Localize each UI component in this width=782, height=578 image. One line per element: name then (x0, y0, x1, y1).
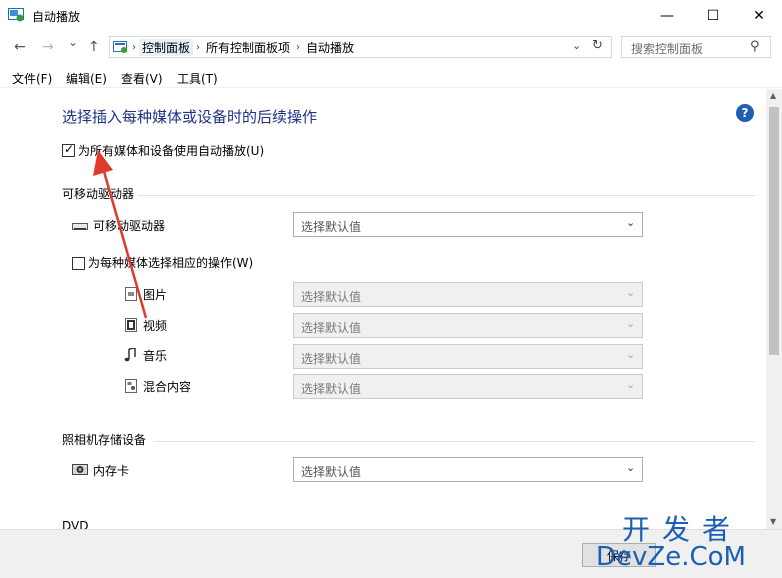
memory-card-select[interactable]: 选择默认值 ⌄ (293, 457, 643, 482)
watermark-text-bottom: DevZe.CoM (596, 542, 746, 572)
autoplay-all-checkbox[interactable]: ✓ (62, 142, 75, 157)
breadcrumb-all-items[interactable]: 所有控制面板项 (203, 39, 293, 56)
memory-card-label: 内存卡 (93, 464, 130, 478)
minimize-button[interactable]: — (644, 0, 690, 31)
up-button[interactable]: ↑ (88, 39, 100, 55)
content-area: 选择插入每种媒体或设备时的后续操作 ? ✓ 为所有媒体和设备使用自动播放(U) … (0, 89, 766, 529)
forward-button[interactable]: → (42, 39, 54, 55)
autoplay-window-icon (8, 8, 24, 22)
window-title: 自动播放 (32, 10, 81, 24)
select-value: 选择默认值 (301, 220, 362, 234)
scroll-thumb[interactable] (769, 107, 779, 355)
search-icon[interactable]: ⚲ (750, 39, 760, 54)
menu-tools[interactable]: 工具(T) (177, 70, 218, 87)
control-panel-icon (113, 41, 127, 53)
removable-drive-select[interactable]: 选择默认值 ⌄ (293, 212, 643, 237)
select-value: 选择默认值 (301, 465, 362, 479)
breadcrumb-separator: › (132, 41, 136, 53)
media-label-mixed: 混合内容 (143, 380, 192, 394)
vertical-scrollbar[interactable]: ▲ ▼ (766, 89, 782, 529)
breadcrumb-separator[interactable]: › (293, 42, 303, 53)
media-label-picture: 图片 (143, 288, 168, 302)
section-divider (154, 441, 755, 442)
search-input[interactable]: 搜索控制面板 ⚲ (621, 36, 771, 58)
scroll-up-icon[interactable]: ▲ (770, 91, 776, 100)
per-media-label[interactable]: 为每种媒体选择相应的操作(W) (88, 254, 253, 271)
breadcrumb-separator[interactable]: › (193, 42, 203, 53)
chevron-down-icon: ⌄ (626, 317, 636, 330)
breadcrumb-autoplay[interactable]: 自动播放 (303, 39, 357, 56)
help-icon[interactable]: ? (736, 104, 754, 122)
mixed-content-select[interactable]: 选择默认值 ⌄ (293, 374, 643, 399)
section-removable-drives: 可移动驱动器 (62, 187, 135, 201)
watermark-logo: 开发者 DevZe.CoM (596, 508, 780, 576)
menu-file[interactable]: 文件(F) (12, 70, 52, 87)
select-value: 选择默认值 (301, 290, 362, 304)
menu-edit[interactable]: 编辑(E) (66, 70, 107, 87)
chevron-down-icon: ⌄ (626, 286, 636, 299)
back-button[interactable]: ← (14, 39, 26, 55)
music-select[interactable]: 选择默认值 ⌄ (293, 344, 643, 369)
media-label-video: 视频 (143, 319, 168, 333)
mixed-content-icon (125, 379, 137, 393)
picture-file-icon (125, 287, 137, 301)
chevron-down-icon: ⌄ (626, 378, 636, 391)
per-media-checkbox[interactable] (72, 257, 85, 270)
section-divider (138, 195, 755, 196)
removable-drive-label: 可移动驱动器 (93, 219, 166, 233)
section-dvd: DVD (62, 519, 89, 529)
memory-card-icon (72, 464, 88, 475)
chevron-down-icon: ⌄ (626, 348, 636, 361)
title-bar: 自动播放 — ☐ ✕ (0, 0, 782, 31)
video-select[interactable]: 选择默认值 ⌄ (293, 313, 643, 338)
select-value: 选择默认值 (301, 321, 362, 335)
address-bar[interactable]: › 控制面板 › 所有控制面板项 › 自动播放 ⌄ ↻ (109, 36, 612, 58)
picture-select[interactable]: 选择默认值 ⌄ (293, 282, 643, 307)
menu-bar: 文件(F) 编辑(E) 查看(V) 工具(T) (0, 66, 782, 88)
section-camera-storage: 照相机存储设备 (62, 433, 147, 447)
search-placeholder: 搜索控制面板 (631, 42, 704, 56)
video-file-icon (125, 318, 137, 332)
chevron-down-icon: ⌄ (626, 216, 636, 229)
recent-locations-button[interactable]: ⌄ (68, 35, 78, 49)
page-title: 选择插入每种媒体或设备时的后续操作 (62, 108, 318, 126)
check-icon: ✓ (64, 142, 75, 156)
select-value: 选择默认值 (301, 382, 362, 396)
refresh-button[interactable]: ↻ (592, 38, 603, 53)
media-label-music: 音乐 (143, 349, 168, 363)
select-value: 选择默认值 (301, 352, 362, 366)
address-dropdown-button[interactable]: ⌄ (572, 39, 581, 52)
menu-view[interactable]: 查看(V) (121, 70, 163, 87)
removable-drive-icon (72, 223, 88, 230)
music-note-icon (124, 348, 136, 362)
breadcrumb-control-panel[interactable]: 控制面板 (139, 38, 194, 56)
chevron-down-icon: ⌄ (626, 461, 636, 474)
close-button[interactable]: ✕ (736, 0, 782, 31)
autoplay-all-label[interactable]: 为所有媒体和设备使用自动播放(U) (78, 142, 264, 159)
maximize-button[interactable]: ☐ (690, 0, 736, 31)
